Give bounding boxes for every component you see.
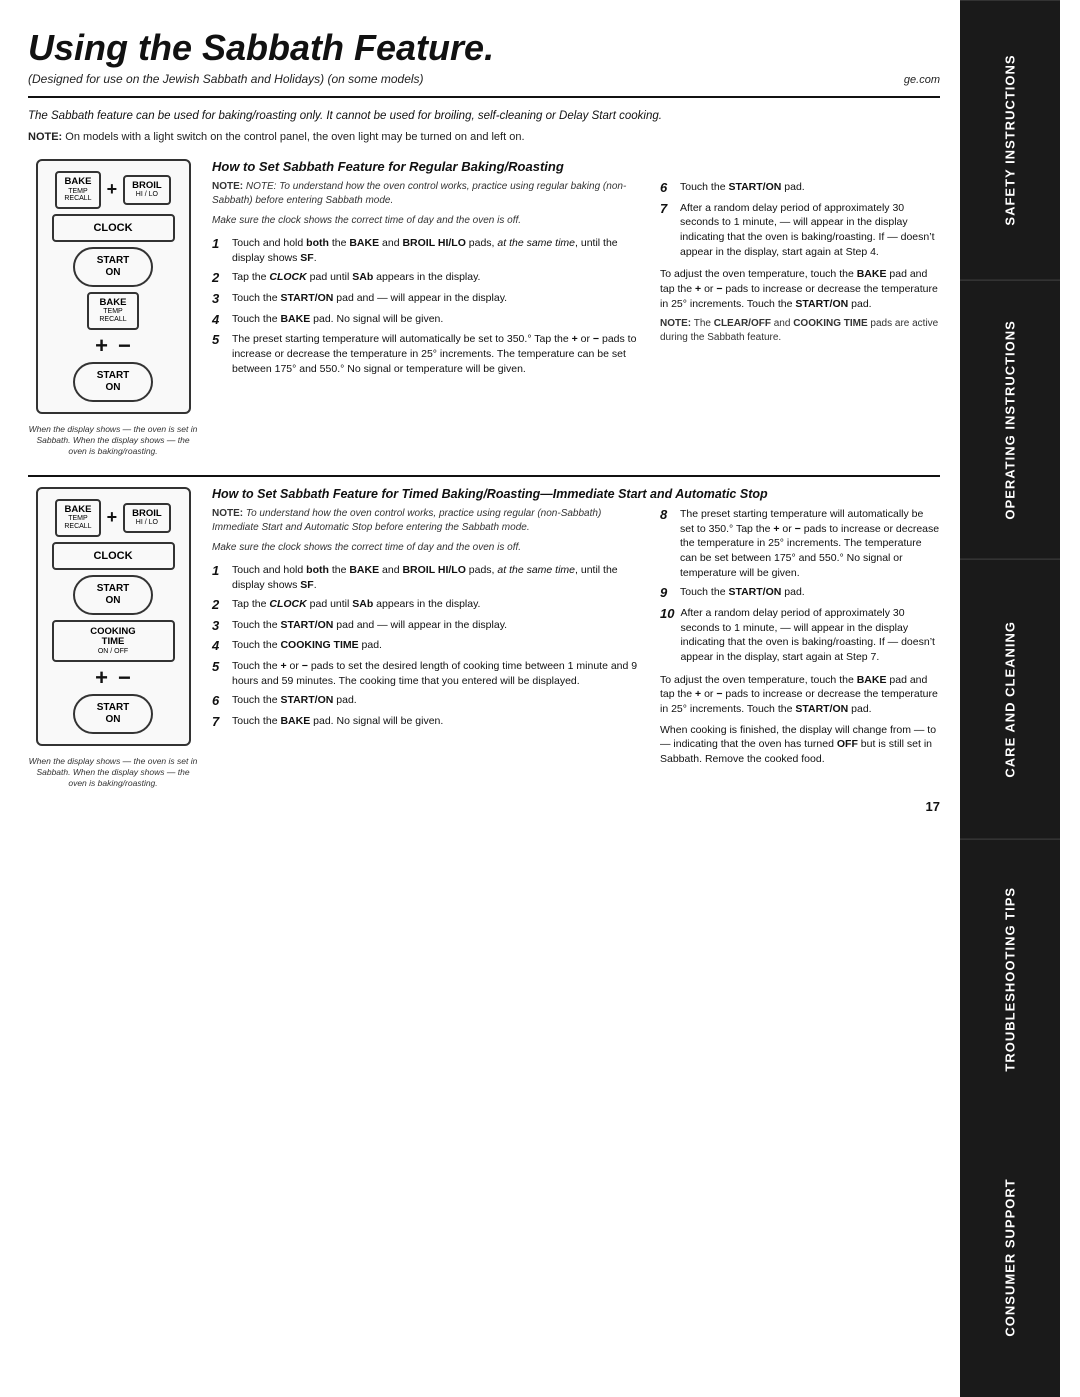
intro-note: The Sabbath feature can be used for baki… — [28, 108, 940, 124]
plus-minus-row-1: + − — [95, 335, 131, 357]
page-number: 17 — [28, 799, 940, 814]
step-item: 2 Tap the CLOCK pad until SAb appears in… — [212, 270, 646, 286]
sidebar-section-consumer: Consumer Support — [960, 1118, 1060, 1397]
step-item: 7 After a random delay period of approxi… — [660, 201, 940, 260]
main-note: NOTE: On models with a light switch on t… — [28, 130, 940, 145]
step-item: 8 The preset starting temperature will a… — [660, 507, 940, 580]
section2-note: NOTE: To understand how the oven control… — [212, 507, 646, 535]
section1-note: NOTE: NOTE: To understand how the oven c… — [212, 180, 646, 208]
start-button-2: STARTON — [73, 575, 153, 615]
step-item: 6 Touch the START/ON pad. — [212, 693, 646, 709]
page-title: Using the Sabbath Feature. — [28, 28, 940, 68]
clock-button-2: CLOCK — [52, 542, 175, 570]
step-item: 10 After a random delay period of approx… — [660, 606, 940, 665]
top-buttons-row-2: BAKE TEMPRECALL + BROIL HI / LO — [52, 499, 175, 537]
step-item: 4 Touch the BAKE pad. No signal will be … — [212, 312, 646, 328]
section2-right-col-steps: 8 The preset starting temperature will a… — [660, 507, 940, 665]
broil-button-1: BROIL HI / LO — [123, 175, 171, 205]
plus-btn-2: + — [95, 667, 108, 689]
control-diagram-2: BAKE TEMPRECALL + BROIL HI / LO CLOCK ST… — [36, 487, 191, 746]
step-item: 1 Touch and hold both the BAKE and BROIL… — [212, 563, 646, 592]
section2-steps-list: 1 Touch and hold both the BAKE and BROIL… — [212, 563, 646, 730]
step-item: 2 Tap the CLOCK pad until SAb appears in… — [212, 597, 646, 613]
sidebar-section-care: Care and Cleaning — [960, 559, 1060, 839]
step-item: 3 Touch the START/ON pad and — will appe… — [212, 618, 646, 634]
subtitle-row: (Designed for use on the Jewish Sabbath … — [28, 72, 940, 86]
section-divider — [28, 475, 940, 477]
subtitle: (Designed for use on the Jewish Sabbath … — [28, 72, 424, 86]
section1-right-panel: How to Set Sabbath Feature for Regular B… — [212, 159, 940, 457]
step-item: 5 Touch the + or − pads to set the desir… — [212, 659, 646, 688]
top-buttons-row: BAKE TEMPRECALL + BROIL HI / LO — [52, 171, 175, 209]
start-button-1: STARTON — [73, 247, 153, 287]
broil-button-2: BROIL HI / LO — [123, 503, 171, 533]
right-sidebar: Safety Instructions Operating Instructio… — [960, 0, 1060, 1397]
section2-right-col: 8 The preset starting temperature will a… — [660, 507, 940, 773]
section1-bottom-note: NOTE: The CLEAR/OFF and COOKING TIME pad… — [660, 317, 940, 345]
bake-button-2: BAKE TEMPRECALL — [55, 499, 100, 537]
title-divider — [28, 96, 940, 98]
step-item: 7 Touch the BAKE pad. No signal will be … — [212, 714, 646, 730]
section2-mid-steps: NOTE: To understand how the oven control… — [212, 507, 646, 773]
step-item: 1 Touch and hold both the BAKE and BROIL… — [212, 236, 646, 265]
plus-btn-1: + — [95, 335, 108, 357]
section2-block: BAKE TEMPRECALL + BROIL HI / LO CLOCK ST… — [28, 487, 940, 790]
minus-btn-1: − — [118, 335, 131, 357]
plus-connector-2: + — [107, 507, 118, 528]
bake-temp-recall-button-1: BAKE TEMPRECALL — [87, 292, 138, 330]
minus-btn-2: − — [118, 667, 131, 689]
section1-block: BAKE TEMPRECALL + BROIL HI / LO CLOCK ST… — [28, 159, 940, 457]
plus-connector: + — [107, 179, 118, 200]
step-item: 5 The preset starting temperature will a… — [212, 332, 646, 376]
section2-three-col: NOTE: To understand how the oven control… — [212, 507, 940, 773]
diagram-caption-2: When the display shows — the oven is set… — [28, 756, 198, 789]
section1-right-col: 6 Touch the START/ON pad. 7 After a rand… — [660, 180, 940, 381]
section1-three-col: NOTE: NOTE: To understand how the oven c… — [212, 180, 940, 381]
section1-make-sure: Make sure the clock shows the correct ti… — [212, 214, 646, 228]
step-item: 6 Touch the START/ON pad. — [660, 180, 940, 196]
start-button-1b: STARTON — [73, 362, 153, 402]
section2-heading: How to Set Sabbath Feature for Timed Bak… — [212, 487, 940, 501]
section1-left-panel: BAKE TEMPRECALL + BROIL HI / LO CLOCK ST… — [28, 159, 198, 457]
clock-button-1: CLOCK — [52, 214, 175, 242]
section1-heading: How to Set Sabbath Feature for Regular B… — [212, 159, 940, 174]
control-diagram-1: BAKE TEMPRECALL + BROIL HI / LO CLOCK ST… — [36, 159, 191, 414]
website: ge.com — [904, 74, 940, 86]
section2-make-sure: Make sure the clock shows the correct ti… — [212, 541, 646, 555]
step-item: 3 Touch the START/ON pad and — will appe… — [212, 291, 646, 307]
section2-left-panel: BAKE TEMPRECALL + BROIL HI / LO CLOCK ST… — [28, 487, 198, 790]
step-item: 9 Touch the START/ON pad. — [660, 585, 940, 601]
bake-button-1: BAKE TEMPRECALL — [55, 171, 100, 209]
sidebar-section-troubleshooting: Troubleshooting Tips — [960, 839, 1060, 1119]
plus-minus-row-2: + − — [95, 667, 131, 689]
section1-steps-list: 1 Touch and hold both the BAKE and BROIL… — [212, 236, 646, 376]
section1-adjust-note: To adjust the oven temperature, touch th… — [660, 267, 940, 311]
section2-finish-note: When cooking is finished, the display wi… — [660, 723, 940, 767]
section2-right-panel: How to Set Sabbath Feature for Timed Bak… — [212, 487, 940, 790]
section1-mid-steps: NOTE: NOTE: To understand how the oven c… — [212, 180, 646, 381]
section1-right-col-steps: 6 Touch the START/ON pad. 7 After a rand… — [660, 180, 940, 259]
sidebar-section-safety: Safety Instructions — [960, 0, 1060, 280]
sidebar-section-operating: Operating Instructions — [960, 280, 1060, 560]
diagram-caption-1: When the display shows — the oven is set… — [28, 424, 198, 457]
section2-adjust-note: To adjust the oven temperature, touch th… — [660, 673, 940, 717]
step-item: 4 Touch the COOKING TIME pad. — [212, 638, 646, 654]
start-button-2b: STARTON — [73, 694, 153, 734]
cooking-time-button: COOKINGTIME ON / OFF — [52, 620, 175, 663]
